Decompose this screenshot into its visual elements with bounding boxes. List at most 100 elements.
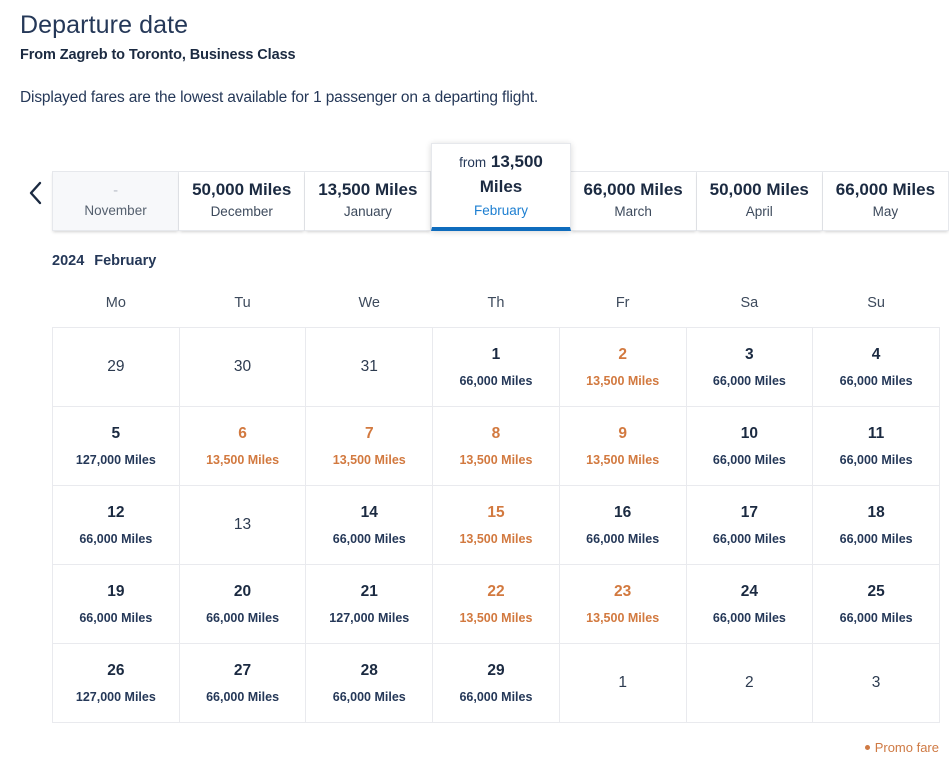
route-summary: From Zagreb to Toronto, Business Class	[20, 47, 296, 64]
calendar-day-cell: 31	[305, 327, 434, 408]
calendar-day-number: 2	[745, 673, 754, 691]
calendar-day-fare: 66,000 Miles	[206, 689, 280, 704]
calendar-day-number: 10	[740, 424, 758, 442]
calendar-day-cell[interactable]: 2 13,500 Miles	[558, 327, 687, 408]
month-tab-list: - November 50,000 Miles December 13,500 Mile…	[52, 139, 949, 232]
calendar-day-number: 6	[238, 424, 247, 442]
weekday-header-row: Mo Tu We Th Fr Sa Su	[53, 295, 940, 328]
calendar-week-row: 19 66,000 Miles 20 66,000 Miles 21 127,000 Mi…	[52, 564, 940, 645]
calendar-day-fare: 66,000 Miles	[206, 610, 280, 625]
calendar-day-number: 28	[360, 661, 378, 679]
calendar-day-number: 4	[871, 345, 881, 363]
month-tab-price: -	[113, 181, 119, 199]
prev-month-button[interactable]	[20, 167, 52, 219]
calendar-day-fare: 66,000 Miles	[712, 373, 786, 388]
calendar-day-fare: 66,000 Miles	[459, 689, 533, 704]
month-tab-may[interactable]: 66,000 Miles May	[822, 171, 949, 232]
calendar-day-fare: 127,000 Miles	[329, 610, 410, 625]
calendar-day-number: 9	[618, 424, 627, 442]
calendar-day-number: 22	[487, 582, 505, 600]
calendar-day-fare: 66,000 Miles	[712, 610, 786, 625]
calendar-day-cell[interactable]: 16 66,000 Miles	[558, 485, 687, 566]
calendar-day-cell[interactable]: 6 13,500 Miles	[178, 406, 307, 487]
fare-calendar: Mo Tu We Th Fr Sa Su 29 30 31 1 66,000 Miles 2 13,50…	[52, 295, 940, 724]
calendar-day-fare: 127,000 Miles	[75, 689, 156, 704]
month-tab-february[interactable]: from 13,500 Miles February	[431, 143, 571, 232]
calendar-day-cell[interactable]: 14 66,000 Miles	[305, 485, 434, 566]
calendar-day-number: 2	[618, 345, 627, 363]
calendar-day-number: 27	[233, 661, 252, 679]
calendar-day-cell[interactable]: 18 66,000 Miles	[812, 485, 940, 566]
calendar-day-cell[interactable]: 23 13,500 Miles	[558, 564, 687, 645]
calendar-day-cell[interactable]: 10 66,000 Miles	[685, 406, 814, 487]
calendar-day-cell[interactable]: 27 66,000 Miles	[178, 643, 307, 724]
calendar-day-cell[interactable]: 5 127,000 Miles	[52, 406, 180, 487]
calendar-day-cell[interactable]: 29 66,000 Miles	[432, 643, 560, 724]
page-title: Departure date	[20, 11, 189, 39]
legend-promo-label: Promo fare	[874, 740, 939, 755]
month-tab-april[interactable]: 50,000 Miles April	[696, 171, 823, 232]
calendar-day-cell[interactable]: 28 66,000 Miles	[305, 643, 434, 724]
calendar-day-number: 13	[233, 515, 252, 533]
calendar-day-number: 1	[491, 345, 501, 363]
calendar-day-fare: 66,000 Miles	[712, 531, 786, 546]
calendar-day-number: 21	[360, 582, 378, 600]
weekday-header-th: Th	[487, 295, 505, 312]
calendar-day-fare: 13,500 Miles	[206, 452, 280, 467]
calendar-day-number: 3	[745, 345, 754, 363]
calendar-week-row: 5 127,000 Miles 6 13,500 Miles 7 13,500 Miles…	[52, 406, 940, 487]
calendar-day-cell[interactable]: 9 13,500 Miles	[558, 406, 687, 487]
calendar-day-cell[interactable]: 8 13,500 Miles	[432, 406, 560, 487]
calendar-day-fare: 13,500 Miles	[332, 452, 406, 467]
calendar-day-fare: 66,000 Miles	[459, 373, 533, 388]
calendar-day-cell[interactable]: 17 66,000 Miles	[685, 485, 814, 566]
calendar-day-cell[interactable]: 3 66,000 Miles	[685, 327, 814, 408]
month-tab-december[interactable]: 50,000 Miles December	[179, 171, 306, 232]
calendar-day-cell: 1	[558, 643, 687, 724]
calendar-day-number: 3	[871, 673, 881, 691]
calendar-day-fare: 66,000 Miles	[712, 452, 786, 467]
calendar-day-cell[interactable]: 25 66,000 Miles	[812, 564, 940, 645]
calendar-day-cell[interactable]: 15 13,500 Miles	[432, 485, 560, 566]
calendar-day-cell[interactable]: 26 127,000 Miles	[52, 643, 180, 724]
chevron-left-icon	[29, 181, 43, 205]
month-tab-price-value: 13,500 Miles	[479, 152, 543, 197]
calendar-day-cell[interactable]: 19 66,000 Miles	[52, 564, 180, 645]
fare-note: Displayed fares are the lowest available…	[20, 89, 539, 107]
calendar-day-cell[interactable]: 11 66,000 Miles	[812, 406, 940, 487]
weekday-header-fr: Fr	[615, 295, 630, 312]
calendar-day-cell[interactable]: 20 66,000 Miles	[178, 564, 307, 645]
month-tab-label: January	[343, 203, 392, 219]
calendar-day-cell: 29	[52, 327, 180, 408]
calendar-day-cell[interactable]: 22 13,500 Miles	[432, 564, 560, 645]
weekday-header-we: We	[358, 295, 381, 312]
calendar-day-cell[interactable]: 24 66,000 Miles	[685, 564, 814, 645]
calendar-day-cell: 30	[178, 327, 307, 408]
calendar-block: 2024 February Mo Tu We Th Fr Sa Su 29 30 31 1 66,00…	[0, 253, 949, 724]
calendar-day-cell[interactable]: 1 66,000 Miles	[432, 327, 560, 408]
calendar-day-cell[interactable]: 21 127,000 Miles	[305, 564, 434, 645]
calendar-day-number: 29	[107, 357, 125, 375]
calendar-day-number: 25	[867, 582, 885, 600]
calendar-week-row: 26 127,000 Miles 27 66,000 Miles 28 66,000 Mi…	[52, 643, 940, 724]
month-tab-label: March	[614, 203, 652, 219]
weekday-header-tu: Tu	[234, 295, 251, 312]
calendar-day-fare: 13,500 Miles	[586, 373, 660, 388]
weekday-header-su: Su	[867, 295, 885, 312]
month-tab-label: November	[84, 202, 147, 218]
calendar-day-cell[interactable]: 12 66,000 Miles	[52, 485, 180, 566]
calendar-day-cell[interactable]: 7 13,500 Miles	[305, 406, 434, 487]
calendar-day-number: 15	[487, 503, 505, 521]
month-tab-january[interactable]: 13,500 Miles January	[305, 171, 432, 232]
month-tab-from-word: from	[459, 155, 487, 171]
calendar-day-number: 8	[491, 424, 501, 442]
calendar-day-number: 16	[614, 503, 632, 521]
calendar-day-number: 23	[614, 582, 632, 600]
calendar-day-number: 29	[487, 661, 505, 679]
calendar-day-fare: 66,000 Miles	[79, 531, 153, 546]
calendar-day-cell[interactable]: 4 66,000 Miles	[812, 327, 940, 408]
calendar-year: 2024	[52, 253, 85, 270]
month-tab-march[interactable]: 66,000 Miles March	[570, 171, 697, 232]
calendar-day-fare: 13,500 Miles	[459, 531, 533, 546]
calendar-day-number: 31	[360, 357, 378, 375]
